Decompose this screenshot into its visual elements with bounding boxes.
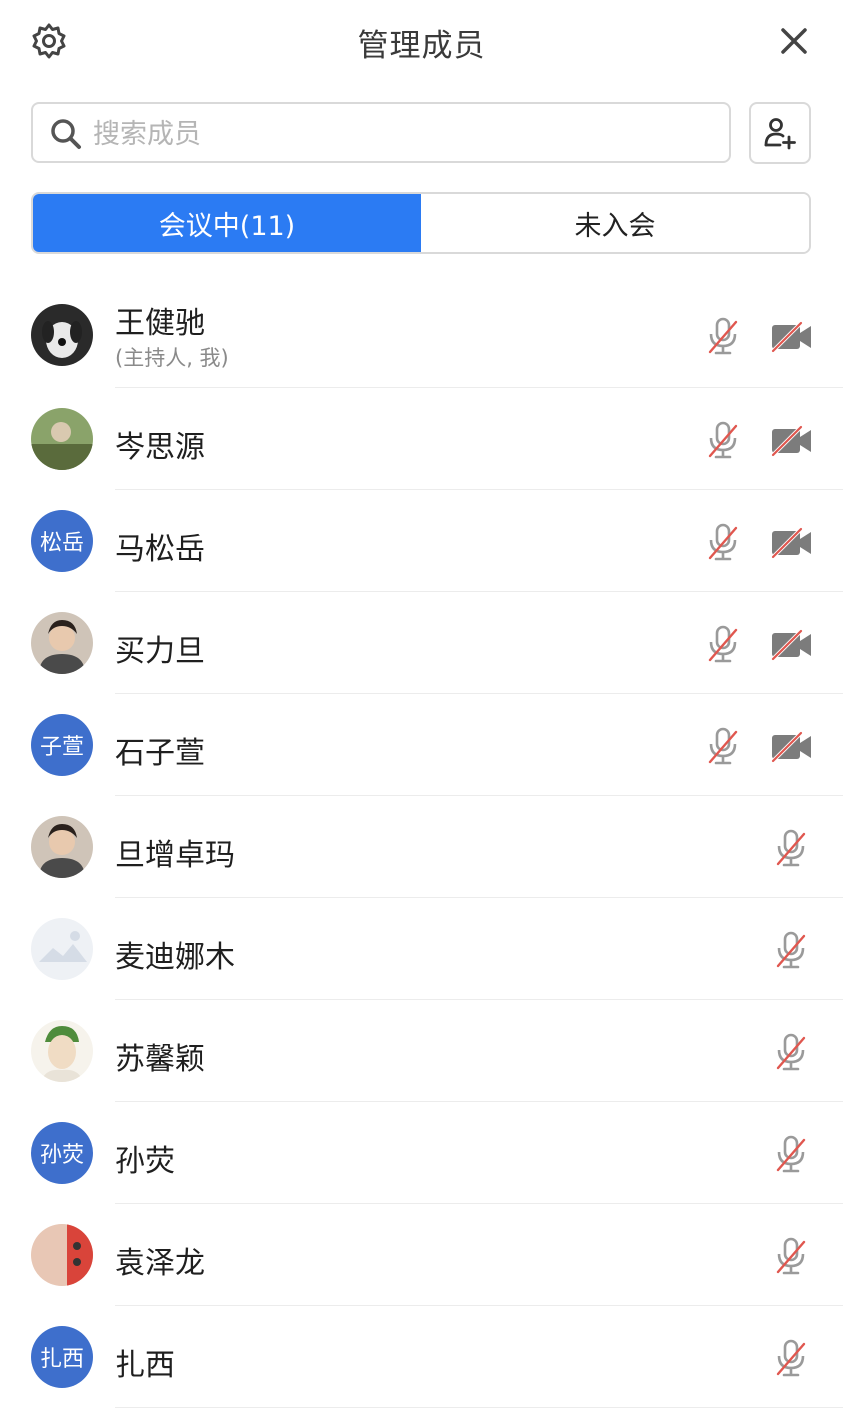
header: 管理成员 <box>0 0 843 80</box>
member-name: 麦迪娜木 <box>115 940 235 975</box>
avatar: 子萱 <box>31 714 93 776</box>
member-name: 马松岳 <box>115 532 205 567</box>
list-item[interactable]: 扎西 扎西 <box>0 1306 843 1408</box>
mic-muted-icon[interactable] <box>706 420 740 460</box>
avatar <box>31 408 93 470</box>
tab-not-joined[interactable]: 未入会 <box>421 194 809 252</box>
member-name: 扎西 <box>115 1348 175 1383</box>
avatar <box>31 304 93 366</box>
search-icon <box>49 117 83 151</box>
list-item[interactable]: 旦增卓玛 <box>0 796 843 898</box>
member-name: 买力旦 <box>115 634 205 669</box>
search-box <box>31 102 731 163</box>
list-item[interactable]: 麦迪娜木 <box>0 898 843 1000</box>
list-item[interactable]: 袁泽龙 <box>0 1204 843 1306</box>
camera-off-icon[interactable] <box>770 730 814 764</box>
member-role: (主持人, 我) <box>115 346 229 370</box>
page-title: 管理成员 <box>357 28 486 64</box>
member-list: 王健驰 (主持人, 我) 岑思源松岳 马松岳买力旦子萱 石子萱旦增卓玛麦迪娜木苏馨颖孙荧… <box>0 280 843 1408</box>
list-item[interactable]: 买力旦 <box>0 592 843 694</box>
mic-muted-icon[interactable] <box>774 1338 808 1378</box>
camera-off-icon[interactable] <box>770 320 814 354</box>
member-name: 王健驰 <box>115 306 205 341</box>
member-name: 孙荧 <box>115 1144 175 1179</box>
mic-muted-icon[interactable] <box>706 624 740 664</box>
mic-muted-icon[interactable] <box>774 1032 808 1072</box>
search-input[interactable] <box>91 112 715 156</box>
avatar: 松岳 <box>31 510 93 572</box>
divider <box>115 1407 843 1408</box>
tab-bar: 会议中(11) 未入会 <box>31 192 811 254</box>
member-name: 袁泽龙 <box>115 1246 205 1281</box>
tab-in-meeting[interactable]: 会议中(11) <box>33 194 421 252</box>
avatar <box>31 612 93 674</box>
camera-off-icon[interactable] <box>770 628 814 662</box>
avatar <box>31 918 93 980</box>
add-member-button[interactable] <box>749 102 811 164</box>
mic-muted-icon[interactable] <box>774 1134 808 1174</box>
member-name: 苏馨颖 <box>115 1042 205 1077</box>
add-user-icon <box>764 118 796 150</box>
avatar <box>31 816 93 878</box>
mic-muted-icon[interactable] <box>774 1236 808 1276</box>
mic-muted-icon[interactable] <box>774 930 808 970</box>
close-icon[interactable] <box>775 22 813 60</box>
mic-muted-icon[interactable] <box>774 828 808 868</box>
member-name: 旦增卓玛 <box>115 838 235 873</box>
mic-muted-icon[interactable] <box>706 316 740 356</box>
avatar: 孙荧 <box>31 1122 93 1184</box>
list-item[interactable]: 王健驰 (主持人, 我) <box>0 280 843 388</box>
avatar <box>31 1224 93 1286</box>
mic-muted-icon[interactable] <box>706 726 740 766</box>
member-name: 石子萱 <box>115 736 205 771</box>
camera-off-icon[interactable] <box>770 526 814 560</box>
list-item[interactable]: 松岳 马松岳 <box>0 490 843 592</box>
list-item[interactable]: 苏馨颖 <box>0 1000 843 1102</box>
avatar: 扎西 <box>31 1326 93 1388</box>
list-item[interactable]: 孙荧 孙荧 <box>0 1102 843 1204</box>
avatar <box>31 1020 93 1082</box>
camera-off-icon[interactable] <box>770 424 814 458</box>
list-item[interactable]: 岑思源 <box>0 388 843 490</box>
mic-muted-icon[interactable] <box>706 522 740 562</box>
member-name: 岑思源 <box>115 430 205 465</box>
list-item[interactable]: 子萱 石子萱 <box>0 694 843 796</box>
